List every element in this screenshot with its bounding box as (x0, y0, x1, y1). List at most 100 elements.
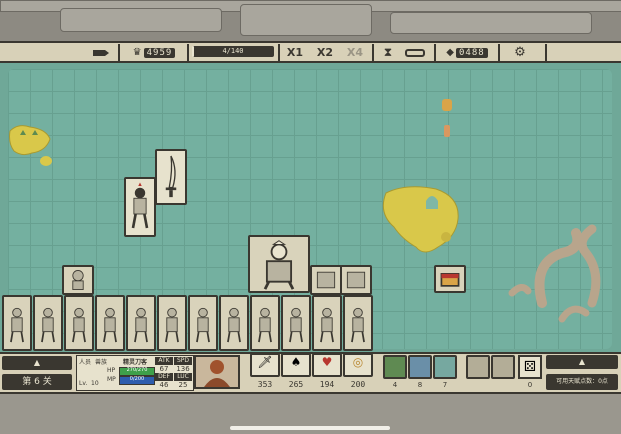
slot-empty-1[interactable] (466, 355, 490, 379)
party-card-8[interactable] (219, 295, 249, 351)
loop-icon (405, 48, 425, 57)
wave-progress-text: 4/140 (222, 47, 244, 55)
party-card-2[interactable] (33, 295, 63, 351)
party-card-6[interactable] (157, 295, 187, 351)
slot-teal[interactable] (433, 355, 457, 379)
slot-blue[interactable] (408, 355, 432, 379)
crown-icon: ♛ (132, 47, 142, 58)
gold-counter: ♛ 4959 (124, 44, 184, 61)
party-card-5[interactable] (126, 295, 156, 351)
treasure-chest-card[interactable] (434, 265, 466, 293)
divider (118, 44, 120, 61)
slot-empty-2[interactable] (491, 355, 515, 379)
hourglass-button[interactable]: ⧗ (376, 44, 400, 61)
tentacles (508, 224, 601, 323)
stat-def-label: DEF (155, 373, 173, 381)
item-card-sword[interactable] (155, 149, 187, 205)
menu-button[interactable] (86, 44, 116, 61)
slot-green[interactable] (383, 355, 407, 379)
unit-portrait[interactable] (194, 355, 240, 389)
loop-button[interactable] (400, 44, 430, 61)
gold-value: 4959 (143, 47, 176, 58)
speed-x2-button[interactable]: X2 (312, 44, 338, 61)
left-toggle-button[interactable]: ▲ (2, 356, 72, 370)
stat-atk-value: 67 (159, 365, 169, 373)
dice-count: 0 (527, 381, 533, 389)
home-indicator (230, 426, 390, 430)
hp-label: HP (107, 367, 116, 374)
resource-coin[interactable]: ◎ (343, 353, 373, 377)
mushroom-icon: ♠ (290, 355, 302, 369)
sword-icon: 🗡 (257, 355, 273, 369)
gear-icon: ⚙ (514, 45, 526, 60)
coin-icon: ◎ (352, 355, 364, 369)
hp-bar: 270/270 (119, 367, 155, 376)
game-map[interactable] (0, 63, 621, 353)
wave-progress-bar: 4/140 (192, 46, 274, 57)
resource-sword[interactable]: 🗡 (250, 353, 280, 377)
divider (498, 44, 500, 61)
gem-counter: ◆ 0488 (438, 44, 496, 61)
talent-points[interactable]: 可用天赋点数：0点 (546, 374, 618, 390)
mp-bar: 0/200 (119, 376, 155, 385)
small-island (9, 125, 52, 166)
right-toggle-button[interactable]: ▲ (546, 355, 618, 369)
party-card-3[interactable] (64, 295, 94, 351)
unit-header: 人员 (79, 359, 92, 366)
lv-value: 10 (91, 380, 99, 387)
unit-type: 兽族 (95, 359, 108, 366)
heart-icon: ♥ (321, 355, 333, 369)
speed-x1-button[interactable]: X1 (282, 44, 308, 61)
divider (372, 44, 374, 61)
resource-mushroom[interactable]: ♠ (281, 353, 311, 377)
party-card-1[interactable] (2, 295, 32, 351)
stat-luc-label: LUC (174, 373, 192, 381)
enemy-card-beast-2[interactable] (340, 265, 372, 295)
stat-spd-value: 136 (176, 365, 190, 373)
stat-def-value: 46 (159, 381, 169, 389)
background-pipe (60, 8, 222, 32)
mp-label: MP (107, 376, 116, 383)
party-card-10[interactable] (281, 295, 311, 351)
hp-value: 270/270 (126, 367, 148, 373)
lv-label: Lv. (79, 380, 88, 387)
boss-card-skeleton-king[interactable] (248, 235, 310, 293)
divider (434, 44, 436, 61)
buoy-totem (442, 99, 452, 137)
large-island (382, 186, 459, 253)
dice-button[interactable]: ⚄ (518, 355, 542, 379)
party-card-7[interactable] (188, 295, 218, 351)
speed-x4-button[interactable]: X4 (342, 44, 368, 61)
flag-icon (93, 49, 109, 56)
party-card-12[interactable] (343, 295, 373, 351)
top-hud-bar: ♛ 4959 4/140 X1 X2 X4 ⧗ ◆ 0488 ⚙ (0, 41, 621, 63)
resource-coin-count: 200 (350, 380, 366, 389)
party-card-11[interactable] (312, 295, 342, 351)
hero-card-knight[interactable] (124, 177, 156, 237)
party-card-4[interactable] (95, 295, 125, 351)
gem-icon: ◆ (446, 47, 454, 58)
background-pipe (240, 4, 372, 36)
enemy-card-beast-1[interactable] (310, 265, 342, 295)
warrior-portrait-icon (204, 360, 230, 387)
gem-value: 0488 (456, 47, 488, 58)
party-card-9[interactable] (250, 295, 280, 351)
resource-heart[interactable]: ♥ (312, 353, 342, 377)
divider (545, 44, 547, 61)
stat-atk-label: ATK (155, 357, 173, 365)
footer-pipes (0, 394, 621, 434)
stat-spd-label: SPD (174, 357, 192, 365)
slot-green-count: 4 (392, 381, 398, 389)
divider (187, 44, 189, 61)
unit-info-panel: 人员 兽族 精灵刀客 HP 270/270 MP 0/200 Lv. 10 AT… (76, 355, 194, 391)
divider (278, 44, 280, 61)
background-pipe (390, 12, 592, 34)
mp-value: 0/200 (129, 376, 145, 382)
talent-points-text: 可用天赋点数：0点 (556, 378, 608, 385)
enemy-card-goblin[interactable] (62, 265, 94, 295)
stat-luc-value: 25 (178, 381, 188, 389)
slot-blue-count: 8 (417, 381, 423, 389)
unit-name: 精灵刀客 (123, 359, 148, 366)
settings-button[interactable]: ⚙ (505, 44, 535, 61)
level-label: 第 6 关 (2, 374, 72, 390)
